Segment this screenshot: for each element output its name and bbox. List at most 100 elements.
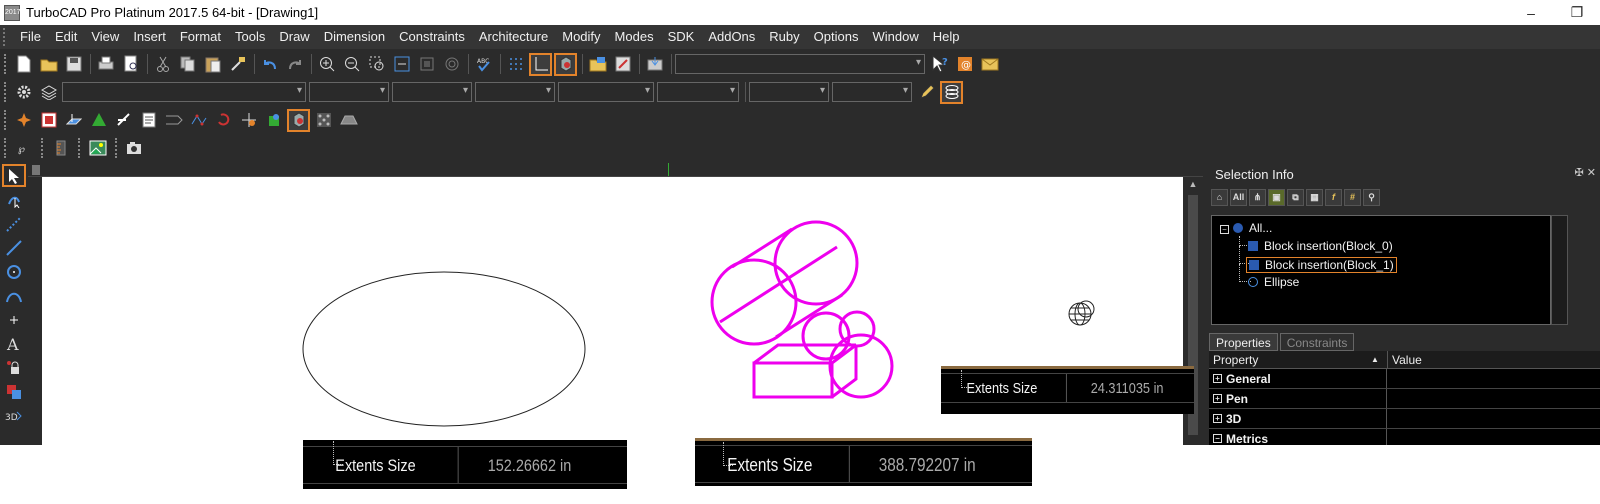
save-icon[interactable] — [62, 53, 85, 76]
zoom-out-icon[interactable] — [340, 53, 363, 76]
ruler-icon[interactable] — [49, 137, 72, 160]
grid-select-icon[interactable]: # — [1344, 188, 1361, 206]
menu-tools[interactable]: Tools — [228, 25, 272, 49]
tree-item-ellipse[interactable]: Ellipse — [1248, 275, 1299, 289]
workplane-icon[interactable] — [62, 109, 85, 132]
print-preview-icon[interactable] — [119, 53, 142, 76]
render-mode-icon[interactable] — [287, 108, 310, 132]
layers-color-icon[interactable] — [2, 380, 26, 403]
point-icon[interactable] — [2, 308, 26, 331]
ellipse-shape[interactable] — [302, 271, 586, 427]
node-edit-icon[interactable] — [187, 109, 210, 132]
brush-dropdown[interactable] — [657, 82, 739, 102]
ortho-icon[interactable] — [529, 52, 552, 76]
zoom-in-icon[interactable] — [315, 53, 338, 76]
publish-icon[interactable] — [643, 53, 666, 76]
grid-icon[interactable] — [504, 53, 527, 76]
menu-dimension[interactable]: Dimension — [317, 25, 392, 49]
menu-modify[interactable]: Modify — [555, 25, 607, 49]
construction-line-icon[interactable] — [2, 212, 26, 235]
paste-icon[interactable] — [201, 53, 224, 76]
menu-draw[interactable]: Draw — [272, 25, 316, 49]
edit-tool-icon[interactable] — [2, 188, 26, 211]
rotate-icon[interactable] — [212, 109, 235, 132]
copy-icon[interactable] — [176, 53, 199, 76]
menu-format[interactable]: Format — [173, 25, 228, 49]
function-icon[interactable]: f — [1325, 188, 1342, 206]
tree-item-block-0[interactable]: Block insertion(Block_0) — [1248, 239, 1393, 253]
expand-icon[interactable]: + — [1213, 414, 1222, 423]
text-icon[interactable]: A — [2, 332, 26, 355]
expand-icon[interactable]: + — [1213, 374, 1222, 383]
3d-render-icon[interactable] — [554, 52, 577, 76]
image-icon[interactable] — [86, 137, 109, 160]
thickness-dropdown[interactable] — [832, 82, 912, 102]
design-director-icon[interactable] — [611, 53, 634, 76]
linestyle-dropdown[interactable] — [392, 82, 472, 102]
web-icon[interactable]: @ — [953, 53, 976, 76]
format-painter-icon[interactable] — [226, 53, 249, 76]
tree-root[interactable]: − All... — [1216, 221, 1272, 235]
menu-sdk[interactable]: SDK — [661, 25, 702, 49]
open-folder-icon[interactable] — [37, 53, 60, 76]
lineweight-dropdown[interactable] — [475, 82, 555, 102]
move-icon[interactable] — [237, 109, 260, 132]
line-icon[interactable] — [2, 236, 26, 259]
pyramid-icon[interactable] — [87, 109, 110, 132]
menu-help[interactable]: Help — [926, 25, 967, 49]
all-toggle-button[interactable]: All — [1230, 188, 1247, 206]
menu-modes[interactable]: Modes — [608, 25, 661, 49]
block-icon[interactable] — [37, 109, 60, 132]
menu-view[interactable]: View — [84, 25, 126, 49]
circle-icon[interactable] — [2, 260, 26, 283]
toolbar-grip[interactable] — [4, 54, 8, 74]
scroll-up-arrow-icon[interactable]: ▲ — [1183, 179, 1203, 189]
cut-icon[interactable] — [151, 53, 174, 76]
search-icon[interactable]: ⚲ — [1363, 188, 1380, 206]
dimension-tool-icon[interactable] — [112, 109, 135, 132]
toolbar-grip[interactable] — [4, 110, 8, 130]
tree-item-block-1[interactable]: Block insertion(Block_1) — [1246, 257, 1397, 273]
print-icon[interactable] — [94, 53, 117, 76]
toolbar-grip[interactable] — [4, 138, 8, 158]
menu-options[interactable]: Options — [807, 25, 866, 49]
new-file-icon[interactable] — [12, 53, 35, 76]
toolbar-grip[interactable] — [4, 82, 8, 102]
menu-window[interactable]: Window — [865, 25, 925, 49]
pencil-icon[interactable] — [915, 81, 938, 104]
pen-dropdown[interactable] — [558, 82, 654, 102]
color-dropdown[interactable] — [309, 82, 389, 102]
copy-icon[interactable]: ⧉ — [1287, 188, 1304, 206]
collapse-icon[interactable]: − — [1220, 225, 1229, 234]
explorer-icon[interactable] — [586, 53, 609, 76]
document-properties-icon[interactable] — [137, 109, 160, 132]
select-icon[interactable]: ▣ — [1268, 188, 1285, 206]
explode-icon[interactable] — [12, 109, 35, 132]
property-group-pen[interactable]: + Pen — [1209, 389, 1600, 409]
column-value[interactable]: Value — [1387, 351, 1422, 368]
property-group-general[interactable]: + General — [1209, 369, 1600, 389]
tab-properties[interactable]: Properties — [1209, 333, 1278, 351]
menu-file[interactable]: File — [13, 25, 48, 49]
filter-icon[interactable]: ⋔ — [1249, 188, 1266, 206]
minimize-button[interactable]: – — [1508, 0, 1554, 25]
settings-gear-icon[interactable] — [12, 81, 35, 104]
dim-style-icon[interactable] — [162, 109, 185, 132]
column-property[interactable]: Property — [1209, 351, 1367, 368]
tab-constraints[interactable]: Constraints — [1279, 333, 1355, 351]
block-0-cylinders[interactable] — [710, 220, 859, 346]
script-icon[interactable]: ℘ — [12, 137, 35, 160]
toolbar-grip[interactable] — [41, 138, 45, 158]
pattern-grid-icon[interactable] — [312, 109, 335, 132]
expand-icon[interactable]: + — [1213, 394, 1222, 403]
zoom-window-icon[interactable] — [365, 53, 388, 76]
layer-manager-icon[interactable] — [940, 80, 963, 104]
camera-icon[interactable] — [123, 137, 146, 160]
property-group-metrics[interactable]: − Metrics — [1209, 429, 1600, 445]
zoom-all-icon[interactable] — [415, 53, 438, 76]
arc-icon[interactable] — [2, 284, 26, 307]
property-group-3d[interactable]: +3D — [1209, 409, 1600, 429]
redo-icon[interactable] — [283, 53, 306, 76]
surface-icon[interactable] — [337, 109, 360, 132]
undo-icon[interactable] — [258, 53, 281, 76]
